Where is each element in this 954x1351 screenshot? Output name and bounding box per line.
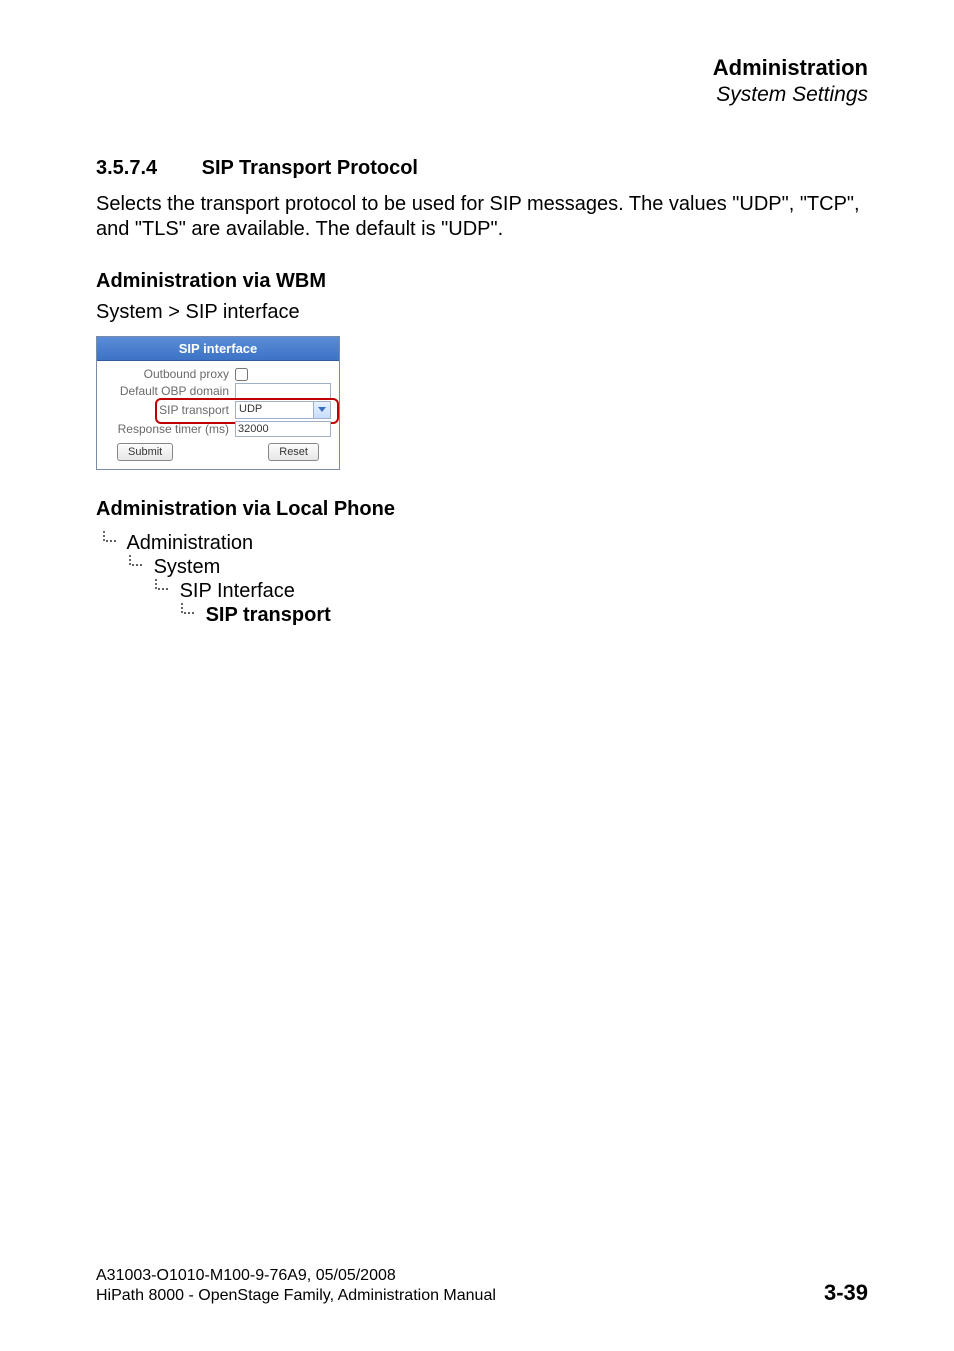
outbound-proxy-checkbox[interactable] (235, 368, 248, 381)
page-footer: A31003-O1010-M100-9-76A9, 05/05/2008 HiP… (96, 1266, 868, 1306)
section-title: SIP Transport Protocol (202, 157, 418, 180)
wbm-heading: Administration via WBM (96, 270, 868, 293)
header-title: Administration (96, 55, 868, 81)
response-timer-input[interactable] (235, 421, 331, 437)
menu-tree: Administration System SIP Interface SIP … (96, 531, 868, 627)
default-obp-label: Default OBP domain (101, 384, 235, 398)
tree-item-administration: Administration (126, 532, 253, 554)
tree-item-system: System (154, 556, 221, 578)
submit-button[interactable]: Submit (117, 443, 173, 461)
footer-doc-title: HiPath 8000 - OpenStage Family, Administ… (96, 1286, 496, 1306)
sip-transport-label: SIP transport (101, 403, 235, 417)
tree-branch-icon (126, 555, 148, 579)
page-header: Administration System Settings (96, 55, 868, 107)
row-response-timer: Response timer (ms) (101, 421, 335, 437)
tree-branch-icon (100, 531, 122, 555)
local-phone-heading: Administration via Local Phone (96, 498, 868, 521)
row-outbound-proxy: Outbound proxy (101, 367, 335, 381)
tree-branch-icon (178, 603, 200, 627)
reset-button[interactable]: Reset (268, 443, 319, 461)
section-heading: 3.5.7.4 SIP Transport Protocol (96, 157, 868, 180)
tree-branch-icon (152, 579, 174, 603)
row-sip-transport: SIP transport UDP (101, 401, 335, 419)
panel-title: SIP interface (97, 337, 339, 361)
tree-item-sip-interface: SIP Interface (180, 580, 295, 602)
footer-doc-id: A31003-O1010-M100-9-76A9, 05/05/2008 (96, 1266, 496, 1286)
chevron-down-icon (313, 402, 330, 418)
tree-item-sip-transport: SIP transport (206, 604, 331, 626)
outbound-proxy-label: Outbound proxy (101, 367, 235, 381)
response-timer-label: Response timer (ms) (101, 422, 235, 436)
breadcrumb: System > SIP interface (96, 301, 868, 324)
section-number: 3.5.7.4 (96, 157, 157, 180)
sip-transport-select[interactable]: UDP (235, 401, 331, 419)
default-obp-input[interactable] (235, 383, 331, 399)
panel-button-row: Submit Reset (101, 439, 335, 463)
section-paragraph: Selects the transport protocol to be use… (96, 192, 868, 242)
sip-transport-value: UDP (236, 402, 313, 418)
page-number: 3-39 (824, 1280, 868, 1306)
row-default-obp: Default OBP domain (101, 383, 335, 399)
header-subtitle: System Settings (96, 83, 868, 107)
sip-interface-panel: SIP interface Outbound proxy Default OBP… (96, 336, 340, 470)
